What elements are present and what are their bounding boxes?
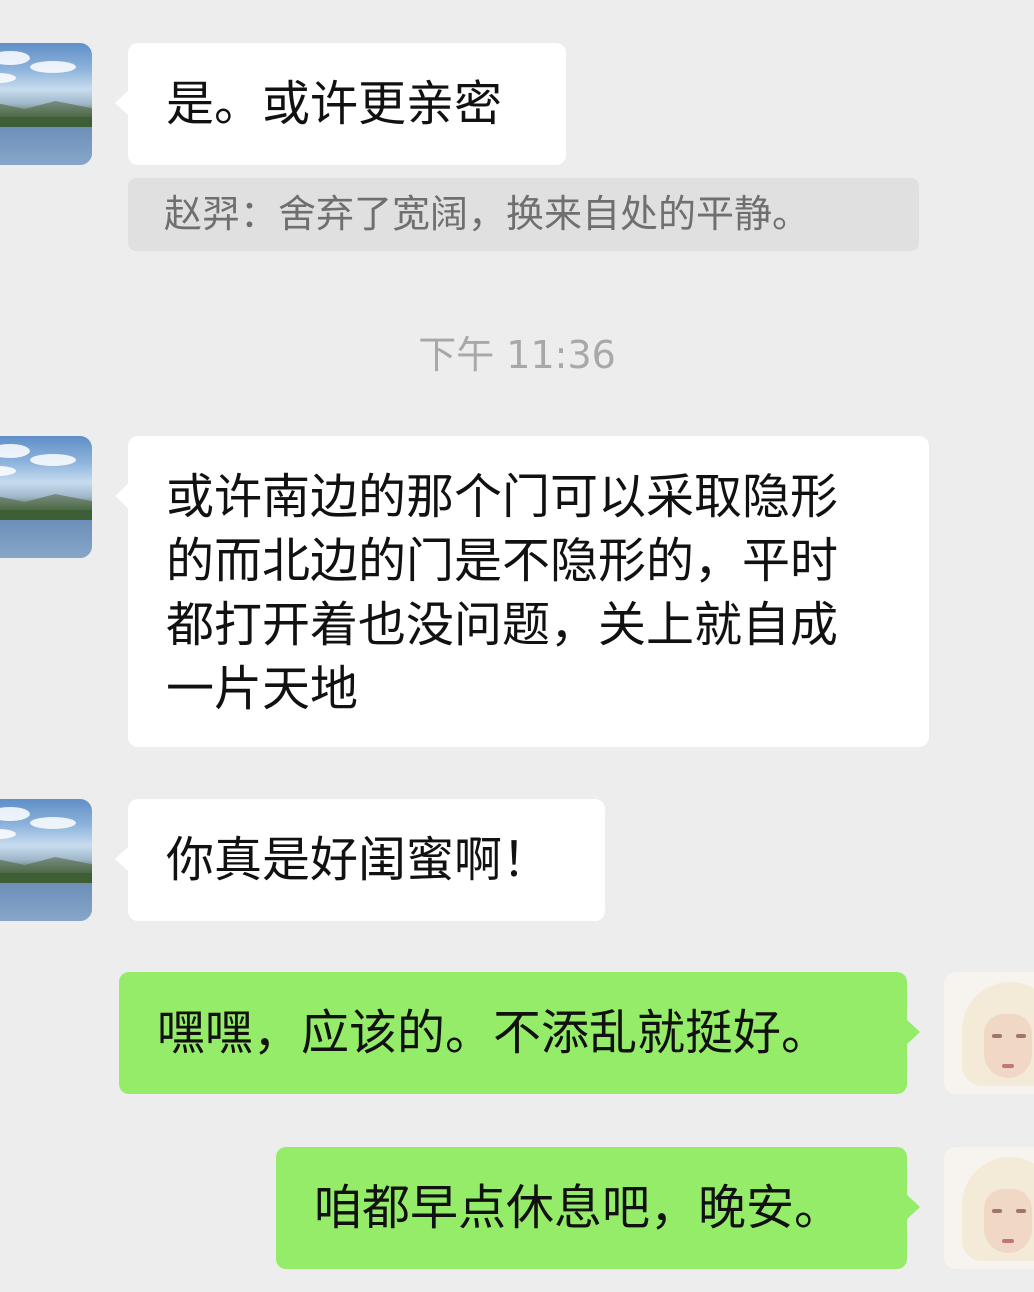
- message-text: 你真是好闺蜜啊！: [166, 832, 551, 888]
- outgoing-message-bubble[interactable]: 咱都早点休息吧，晚安。: [276, 1147, 920, 1269]
- incoming-message-bubble[interactable]: 是。或许更亲密: [115, 43, 566, 165]
- message-text: 或许南边的那个门可以采取隐形 的而北边的门是不隐形的，平时 都打开着也没问题，关…: [166, 469, 839, 717]
- message-text: 咱都早点休息吧，晚安。: [314, 1180, 843, 1236]
- outgoing-message-bubble[interactable]: 嘿嘿，应该的。不添乱就挺好。: [119, 972, 920, 1094]
- quoted-message[interactable]: 赵羿：舍弃了宽阔，换来自处的平静。: [128, 178, 919, 251]
- user-avatar[interactable]: [944, 1147, 1034, 1269]
- user-avatar[interactable]: [944, 972, 1034, 1094]
- contact-avatar[interactable]: [0, 799, 92, 921]
- incoming-message-bubble[interactable]: 你真是好闺蜜啊！: [115, 799, 605, 921]
- contact-avatar[interactable]: [0, 436, 92, 558]
- contact-avatar[interactable]: [0, 43, 92, 165]
- message-text: 嘿嘿，应该的。不添乱就挺好。: [157, 1005, 830, 1061]
- timestamp: 下午 11:36: [418, 333, 616, 377]
- message-text: 是。或许更亲密: [166, 76, 503, 132]
- incoming-message-bubble[interactable]: 或许南边的那个门可以采取隐形 的而北边的门是不隐形的，平时 都打开着也没问题，关…: [115, 436, 929, 747]
